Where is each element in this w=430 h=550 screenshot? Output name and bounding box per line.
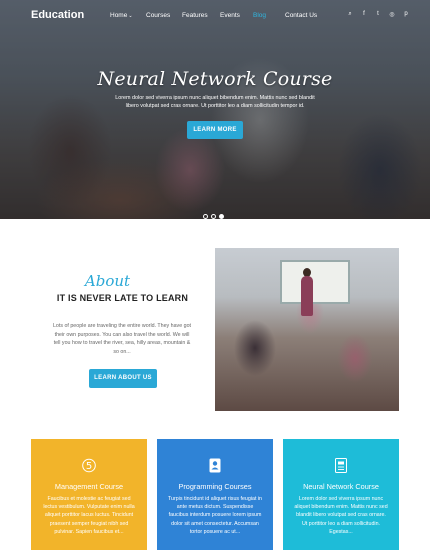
chevron-down-icon: ⌄ bbox=[128, 13, 133, 19]
learn-more-button[interactable]: LEARN MORE bbox=[187, 121, 243, 139]
slider-pagination bbox=[203, 206, 227, 224]
search-icon[interactable]: ⌕ bbox=[346, 11, 354, 18]
teacher-figure bbox=[301, 276, 313, 316]
nav-item-label: Home bbox=[110, 12, 128, 19]
card-title: Programming Courses bbox=[178, 482, 252, 491]
whiteboard bbox=[280, 260, 350, 304]
hero-title: Neural Network Course bbox=[97, 68, 333, 90]
top-navigation: Education Home⌄ Courses Features Events … bbox=[0, 0, 430, 32]
slider-dot-active[interactable] bbox=[219, 214, 224, 219]
course-card-management[interactable]: 5 Management Course Faucibus et molestie… bbox=[31, 439, 147, 550]
slider-dot[interactable] bbox=[211, 214, 216, 219]
instagram-icon[interactable]: ◎ bbox=[388, 11, 396, 18]
contact-book-icon bbox=[209, 458, 221, 473]
site-logo[interactable]: Education bbox=[31, 9, 84, 21]
nav-item-blog[interactable]: Blog bbox=[253, 12, 266, 19]
twitter-icon[interactable]: t bbox=[374, 11, 382, 17]
about-heading: IT IS NEVER LATE TO LEARN bbox=[56, 293, 189, 303]
classroom-image bbox=[215, 248, 399, 411]
about-script-title: About bbox=[84, 272, 131, 290]
card-description: Faucibus et molestie ac feugiat sed lect… bbox=[43, 496, 135, 535]
pinterest-icon[interactable]: p bbox=[402, 11, 410, 17]
course-card-neural-network[interactable]: Neural Network Course Lorem dolor sed vi… bbox=[283, 439, 399, 550]
learn-about-us-button[interactable]: LEARN ABOUT US bbox=[89, 369, 157, 388]
card-description: Lorem dolor sed viverra ipsum nunc aliqu… bbox=[294, 496, 388, 535]
card-title: Neural Network Course bbox=[303, 482, 379, 491]
nav-item-courses[interactable]: Courses bbox=[146, 12, 170, 19]
course-card-programming[interactable]: Programming Courses Turpis tincidunt id … bbox=[157, 439, 273, 550]
nav-item-contact[interactable]: Contact Us bbox=[285, 12, 317, 19]
facebook-icon[interactable]: f bbox=[360, 11, 368, 17]
five-icon: 5 bbox=[82, 458, 96, 473]
card-title: Management Course bbox=[54, 482, 124, 491]
svg-text:5: 5 bbox=[86, 461, 92, 472]
slider-dot[interactable] bbox=[203, 214, 208, 219]
about-description: Lots of people are traveling the entire … bbox=[52, 323, 191, 355]
nav-item-events[interactable]: Events bbox=[220, 12, 240, 19]
document-icon bbox=[335, 458, 347, 473]
card-description: Turpis tincidunt id aliquet risus feugia… bbox=[167, 496, 263, 535]
nav-item-features[interactable]: Features bbox=[182, 12, 208, 19]
hero-description: Lorem dolor sed viverra ipsum nunc aliqu… bbox=[115, 95, 315, 109]
nav-item-home[interactable]: Home⌄ bbox=[110, 12, 133, 19]
